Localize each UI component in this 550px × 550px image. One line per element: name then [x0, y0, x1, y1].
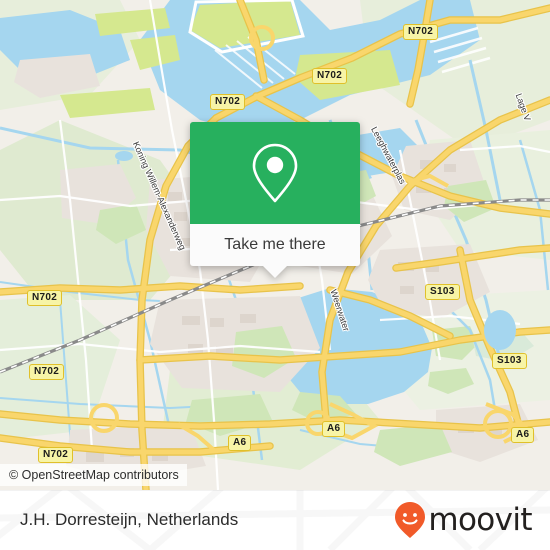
road-shield-a6[interactable]: A6: [228, 435, 252, 451]
road-shield-a6[interactable]: A6: [511, 427, 535, 443]
osm-attribution[interactable]: © OpenStreetMap contributors: [0, 464, 187, 486]
poi-card-action[interactable]: Take me there: [190, 224, 360, 266]
road-shield-s103[interactable]: S103: [492, 353, 527, 369]
map-pin-icon: [248, 141, 302, 205]
road-shield-a6[interactable]: A6: [322, 421, 346, 437]
place-title: J.H. Dorresteijn, Netherlands: [20, 510, 239, 529]
map-viewport[interactable]: Koning Willem-Alexanderweg Leeghwaterpla…: [0, 0, 550, 490]
footer-content: J.H. Dorresteijn, Netherlands moovit: [0, 490, 550, 550]
moovit-pin-icon: [394, 501, 426, 539]
road-shield-n702[interactable]: N702: [403, 24, 439, 40]
moovit-wordmark: moovit: [428, 501, 532, 538]
moovit-map-screen: Koning Willem-Alexanderweg Leeghwaterpla…: [0, 0, 550, 550]
road-shield-n702[interactable]: N702: [29, 364, 65, 380]
take-me-there-label: Take me there: [224, 236, 326, 253]
road-shield-s103[interactable]: S103: [425, 284, 460, 300]
footer-bar: J.H. Dorresteijn, Netherlands moovit: [0, 490, 550, 550]
osm-attribution-text: © OpenStreetMap contributors: [9, 468, 179, 482]
poi-callout-card[interactable]: Take me there: [190, 122, 360, 278]
poi-card-header: [190, 122, 360, 224]
moovit-logo[interactable]: moovit: [394, 501, 533, 539]
road-shield-n702[interactable]: N702: [210, 94, 246, 110]
road-shield-n702[interactable]: N702: [312, 68, 348, 84]
road-shield-n702[interactable]: N702: [27, 290, 63, 306]
road-shield-n702[interactable]: N702: [38, 447, 74, 463]
poi-card-pointer: [263, 266, 287, 278]
